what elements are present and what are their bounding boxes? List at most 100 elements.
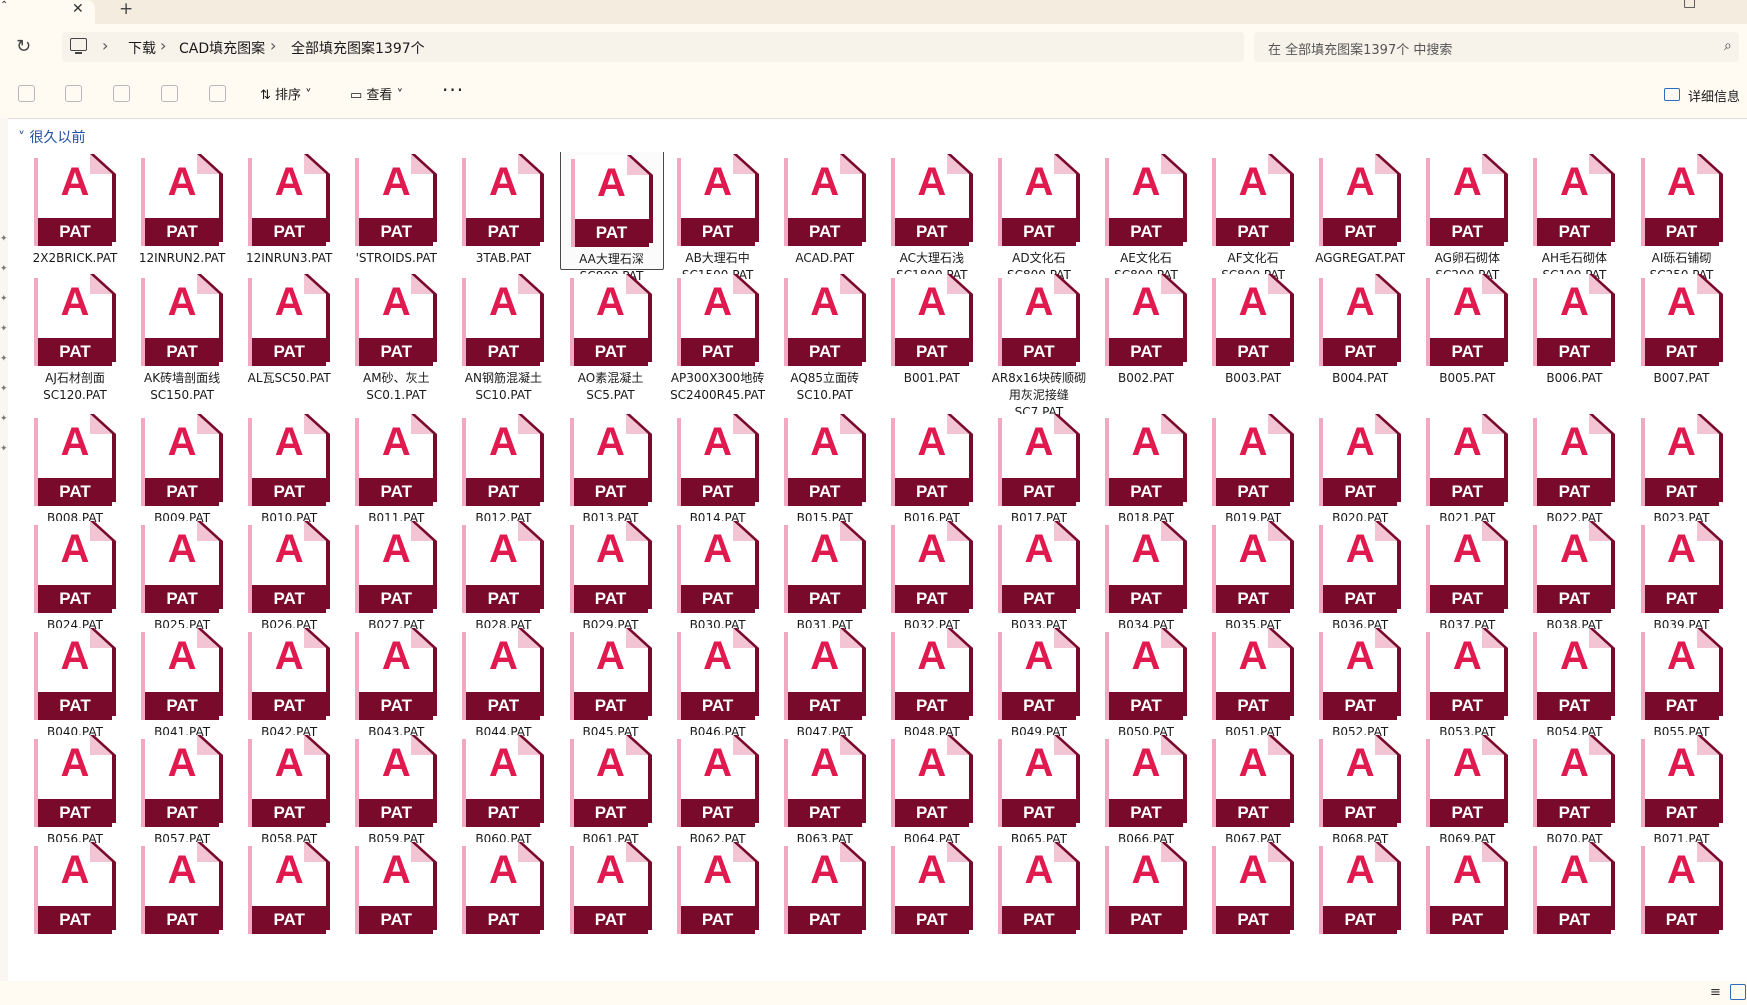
file-item[interactable]: A PAT 'STROIDS.PAT — [345, 152, 447, 268]
file-item[interactable]: A PAT B020.PAT — [1309, 408, 1411, 525]
chevron-right-icon[interactable]: › — [270, 36, 276, 55]
file-item[interactable]: A PAT AK砖墙剖面线 SC150.PAT — [131, 268, 233, 408]
file-item[interactable]: A PAT AGGREGAT.PAT — [1309, 152, 1411, 268]
paste-icon[interactable] — [65, 85, 82, 102]
file-item[interactable]: A PAT B024.PAT — [27, 515, 126, 632]
rename-icon[interactable] — [113, 85, 130, 102]
file-item[interactable]: A PAT B025.PAT — [131, 515, 233, 632]
file-item[interactable]: A PAT B057.PAT — [131, 729, 233, 846]
details-button[interactable]: 详细信息 — [1664, 86, 1740, 105]
file-item[interactable]: A PAT B012.PAT — [452, 408, 554, 525]
chevron-right-icon[interactable]: › — [102, 36, 108, 55]
maximize-icon[interactable]: □ — [1683, 0, 1696, 10]
file-item[interactable]: A PAT AL瓦SC50.PAT — [238, 268, 340, 408]
file-item[interactable]: A PAT AR8x16块砖顺砌 用灰泥接缝 SC7.PAT — [988, 268, 1090, 419]
file-item[interactable]: A PAT — [1416, 836, 1518, 943]
file-item[interactable]: A PAT — [1523, 836, 1625, 943]
refresh-icon[interactable]: ↻ — [16, 36, 31, 57]
file-item[interactable]: A PAT B065.PAT — [988, 729, 1090, 846]
file-item[interactable]: A PAT B070.PAT — [1523, 729, 1625, 846]
file-item[interactable]: A PAT B016.PAT — [881, 408, 983, 525]
file-item[interactable]: APATAA大理石深SC800.PAT — [559, 152, 664, 283]
file-item[interactable]: A PAT B060.PAT — [452, 729, 554, 846]
breadcrumb-downloads[interactable]: 下载 — [128, 38, 156, 58]
file-item[interactable]: A PAT B005.PAT — [1416, 268, 1518, 408]
file-item[interactable]: APATAD文化石SC800.PAT — [988, 152, 1090, 282]
file-item[interactable]: A PAT B014.PAT — [667, 408, 769, 525]
file-item[interactable]: A PAT B038.PAT — [1523, 515, 1625, 632]
file-item[interactable]: A PAT B061.PAT — [560, 729, 662, 846]
file-item[interactable]: A PAT B042.PAT — [238, 622, 340, 739]
file-item[interactable]: A PAT B046.PAT — [667, 622, 769, 739]
file-item[interactable]: A PAT B062.PAT — [667, 729, 769, 846]
file-item[interactable]: A PAT B045.PAT — [560, 622, 662, 739]
file-item[interactable]: A PAT B049.PAT — [988, 622, 1090, 739]
file-item[interactable]: A PAT — [452, 836, 554, 943]
file-item[interactable]: A PAT AP300X300地砖 SC2400R45.PAT — [667, 268, 769, 408]
file-item[interactable]: A PAT B018.PAT — [1095, 408, 1197, 525]
copy-icon[interactable] — [18, 85, 35, 102]
chevron-right-icon[interactable]: › — [160, 36, 166, 55]
file-item[interactable]: A PAT AJ石材剖面 SC120.PAT — [27, 268, 126, 408]
file-item[interactable]: A PAT B050.PAT — [1095, 622, 1197, 739]
file-item[interactable]: A PAT AN钢筋混凝土 SC10.PAT — [452, 268, 554, 408]
file-item[interactable]: A PAT B041.PAT — [131, 622, 233, 739]
file-item[interactable]: A PAT B067.PAT — [1202, 729, 1304, 846]
file-item[interactable]: A PAT B023.PAT — [1631, 408, 1733, 525]
file-item[interactable]: A PAT B043.PAT — [345, 622, 447, 739]
file-item[interactable]: A PAT B017.PAT — [988, 408, 1090, 525]
share-icon[interactable] — [161, 85, 178, 102]
file-item[interactable]: A PAT B009.PAT — [131, 408, 233, 525]
search-input[interactable]: 在 全部填充图案1397个 中搜索 — [1268, 39, 1452, 58]
group-header[interactable]: ˅ 很久以前 — [18, 127, 85, 147]
file-item[interactable]: A PAT B039.PAT — [1631, 515, 1733, 632]
file-item[interactable]: A PAT AQ85立面砖 SC10.PAT — [774, 268, 876, 408]
file-item[interactable]: A PAT B030.PAT — [667, 515, 769, 632]
close-tab-icon[interactable]: ✕ — [72, 1, 84, 17]
file-item[interactable]: A PAT AM砂、灰土 SC0.1.PAT — [345, 268, 447, 408]
file-item[interactable]: A PAT — [345, 836, 447, 943]
new-tab-button[interactable]: + — [119, 0, 133, 18]
file-item[interactable]: A PAT B028.PAT — [452, 515, 554, 632]
file-item[interactable]: A PAT B006.PAT — [1523, 268, 1625, 408]
file-item[interactable]: A PAT B037.PAT — [1416, 515, 1518, 632]
file-item[interactable]: A PAT B047.PAT — [774, 622, 876, 739]
file-item[interactable]: A PAT B019.PAT — [1202, 408, 1304, 525]
file-item[interactable]: A PAT B054.PAT — [1523, 622, 1625, 739]
file-item[interactable]: A PAT B004.PAT — [1309, 268, 1411, 408]
file-item[interactable]: A PAT B040.PAT — [27, 622, 126, 739]
file-item[interactable]: A PAT — [1202, 836, 1304, 943]
file-item[interactable]: A PAT AO素混凝土 SC5.PAT — [560, 268, 662, 408]
file-item[interactable]: A PAT B013.PAT — [560, 408, 662, 525]
more-options-button[interactable]: ··· — [442, 78, 464, 102]
file-item[interactable]: APATAC大理石浅SC1800.PAT — [881, 152, 983, 282]
file-item[interactable]: A PAT B001.PAT — [881, 268, 983, 408]
file-item[interactable]: APATAE文化石SC800.PAT — [1095, 152, 1197, 282]
file-item[interactable]: A PAT B066.PAT — [1095, 729, 1197, 846]
delete-icon[interactable] — [209, 85, 226, 102]
file-item[interactable]: A PAT B026.PAT — [238, 515, 340, 632]
file-item[interactable]: A PAT B027.PAT — [345, 515, 447, 632]
file-item[interactable]: A PAT B071.PAT — [1631, 729, 1733, 846]
active-tab[interactable]: ⌃ ✕ — [0, 0, 95, 24]
file-item[interactable]: A PAT B015.PAT — [774, 408, 876, 525]
file-item[interactable]: A PAT — [1309, 836, 1411, 943]
search-icon[interactable]: ⌕ — [1724, 38, 1732, 54]
file-item[interactable]: A PAT B036.PAT — [1309, 515, 1411, 632]
file-item[interactable]: A PAT B003.PAT — [1202, 268, 1304, 408]
file-item[interactable]: A PAT B032.PAT — [881, 515, 983, 632]
file-item[interactable]: A PAT 12INRUN2.PAT — [131, 152, 233, 268]
file-item[interactable]: A PAT B022.PAT — [1523, 408, 1625, 525]
file-item[interactable]: APATAB大理石中SC1500.PAT — [667, 152, 769, 282]
file-item[interactable]: A PAT — [238, 836, 340, 943]
tiles-view-icon[interactable] — [1730, 984, 1746, 1000]
file-item[interactable]: A PAT ACAD.PAT — [774, 152, 876, 268]
this-pc-icon[interactable] — [70, 38, 87, 54]
file-item[interactable]: A PAT B069.PAT — [1416, 729, 1518, 846]
search-box[interactable]: 在 全部填充图案1397个 中搜索 ⌕ — [1254, 32, 1739, 62]
file-item[interactable]: APATAH毛石砌体SC100.PAT — [1523, 152, 1625, 282]
file-item[interactable]: A PAT 2X2BRICK.PAT — [27, 152, 126, 268]
file-item[interactable]: A PAT B063.PAT — [774, 729, 876, 846]
file-item[interactable]: A PAT B051.PAT — [1202, 622, 1304, 739]
file-item[interactable]: A PAT B029.PAT — [560, 515, 662, 632]
